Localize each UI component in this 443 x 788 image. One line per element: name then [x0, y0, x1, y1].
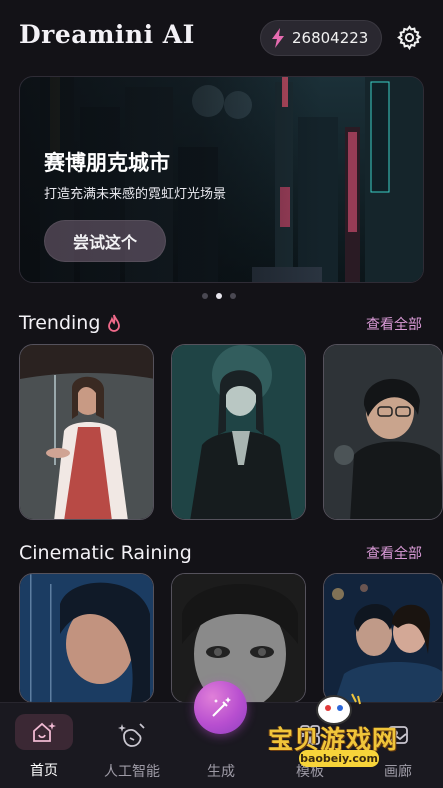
app-header: Dreamini AI 26804223 [0, 0, 443, 76]
trending-card[interactable] [171, 344, 306, 520]
trending-card[interactable] [19, 344, 154, 520]
see-all-cinematic-raining[interactable]: 查看全部 [366, 543, 422, 563]
credits-count: 26804223 [292, 29, 369, 47]
nav-item-ai[interactable]: 人工智能 [92, 703, 172, 788]
section-title-text: Trending [19, 312, 101, 334]
app-title: Dreamini AI [19, 20, 195, 49]
nav-item-home[interactable]: 首页 [4, 703, 84, 788]
card-image [20, 574, 153, 702]
carousel-indicator [202, 293, 236, 299]
card-image [324, 574, 442, 702]
banner-subtitle: 打造充满未来感的霓虹灯光场景 [44, 187, 227, 202]
nav-label: 首页 [30, 763, 58, 779]
card-image [20, 345, 153, 519]
generate-fab[interactable] [194, 681, 247, 734]
trending-card[interactable] [323, 344, 443, 520]
banner-title: 赛博朋克城市 [44, 151, 170, 175]
cinematic-card[interactable] [323, 573, 443, 703]
nav-label: 生成 [207, 764, 235, 780]
section-title-cinematic-raining: Cinematic Raining [19, 542, 192, 564]
gear-icon[interactable] [396, 24, 423, 51]
carousel-dot[interactable] [202, 293, 208, 299]
see-all-trending[interactable]: 查看全部 [366, 314, 422, 334]
credits-badge[interactable]: 26804223 [260, 20, 382, 56]
cinematic-card[interactable] [19, 573, 154, 703]
magic-wand-icon [211, 696, 231, 717]
section-title-trending: Trending [19, 312, 122, 334]
fire-icon [108, 314, 121, 332]
section-title-text: Cinematic Raining [19, 542, 192, 564]
carousel-dot-active[interactable] [216, 293, 222, 299]
card-image [172, 345, 305, 519]
watermark-url: baobeiy.com [299, 750, 379, 767]
try-this-button[interactable]: 尝试这个 [44, 220, 166, 262]
nav-label: 人工智能 [104, 764, 160, 780]
carousel-dot[interactable] [230, 293, 236, 299]
ai-magic-icon [114, 720, 150, 750]
home-sparkle-icon [15, 714, 73, 750]
featured-banner[interactable]: 赛博朋克城市 打造充满未来感的霓虹灯光场景 尝试这个 [19, 76, 424, 283]
cinematic-card[interactable] [171, 573, 306, 703]
card-image [324, 345, 442, 519]
card-image [172, 574, 305, 702]
lightning-icon [272, 28, 284, 48]
